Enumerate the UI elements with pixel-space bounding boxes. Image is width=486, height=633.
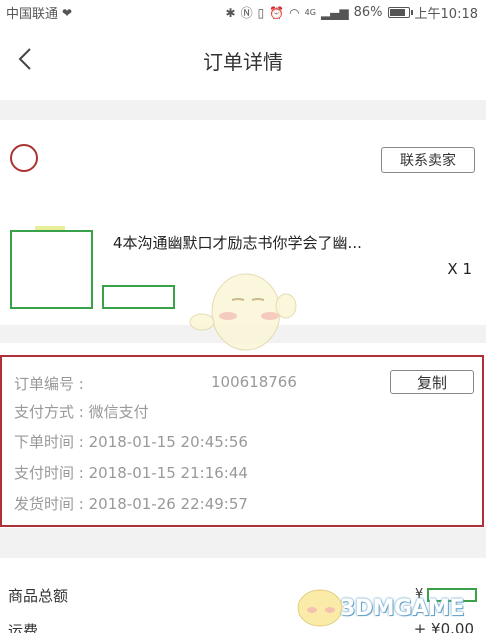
nfc-icon: Ⓝ xyxy=(240,6,253,20)
bluetooth-icon: ✱ xyxy=(225,5,236,20)
vibrate-icon: ▯ xyxy=(257,5,265,20)
site-watermark: 3DMGAME xyxy=(290,580,486,633)
contact-seller-button[interactable]: 联系卖家 xyxy=(381,147,475,173)
alarm-icon: ⏰ xyxy=(269,5,285,20)
thumbnail-edge xyxy=(35,226,65,230)
product-thumbnail[interactable] xyxy=(10,230,93,309)
seller-avatar[interactable] xyxy=(10,144,38,172)
wifi-icon: ◠ xyxy=(289,5,300,20)
product-price-redacted xyxy=(102,285,175,309)
goods-total-label: 商品总额 xyxy=(8,587,69,605)
battery-level xyxy=(389,9,405,16)
product-title: 4本沟通幽默口才励志书你学会了幽... xyxy=(113,234,362,252)
status-right: ✱ Ⓝ ▯ ⏰ ◠ 4G ▂▄▆ 86% 上午10:18 xyxy=(226,3,478,22)
mascot-watermark-icon xyxy=(188,270,298,360)
section-divider xyxy=(0,100,486,120)
product-quantity: X 1 xyxy=(447,260,472,278)
watermark-text: 3DMGAME xyxy=(340,596,464,621)
page-title: 订单详情 xyxy=(203,50,283,74)
battery-percent: 86% xyxy=(353,5,383,20)
status-bar: 中国联通 ❤ ✱ Ⓝ ▯ ⏰ ◠ 4G ▂▄▆ 86% 上午10:18 xyxy=(0,0,486,24)
annotation-highlight-box xyxy=(0,355,484,527)
network-type: 4G xyxy=(304,8,316,17)
signal-icon: ▂▄▆ xyxy=(320,5,349,20)
carrier-name: 中国联通 xyxy=(6,7,59,22)
battery-icon xyxy=(387,7,413,18)
heart-icon: ❤ xyxy=(62,5,73,20)
section-divider xyxy=(0,528,486,558)
app-header: 订单详情 xyxy=(0,28,486,90)
shipping-fee-label: 运费 xyxy=(8,622,39,633)
status-left: 中国联通 ❤ xyxy=(6,3,73,23)
clock-time: 上午10:18 xyxy=(414,7,478,22)
